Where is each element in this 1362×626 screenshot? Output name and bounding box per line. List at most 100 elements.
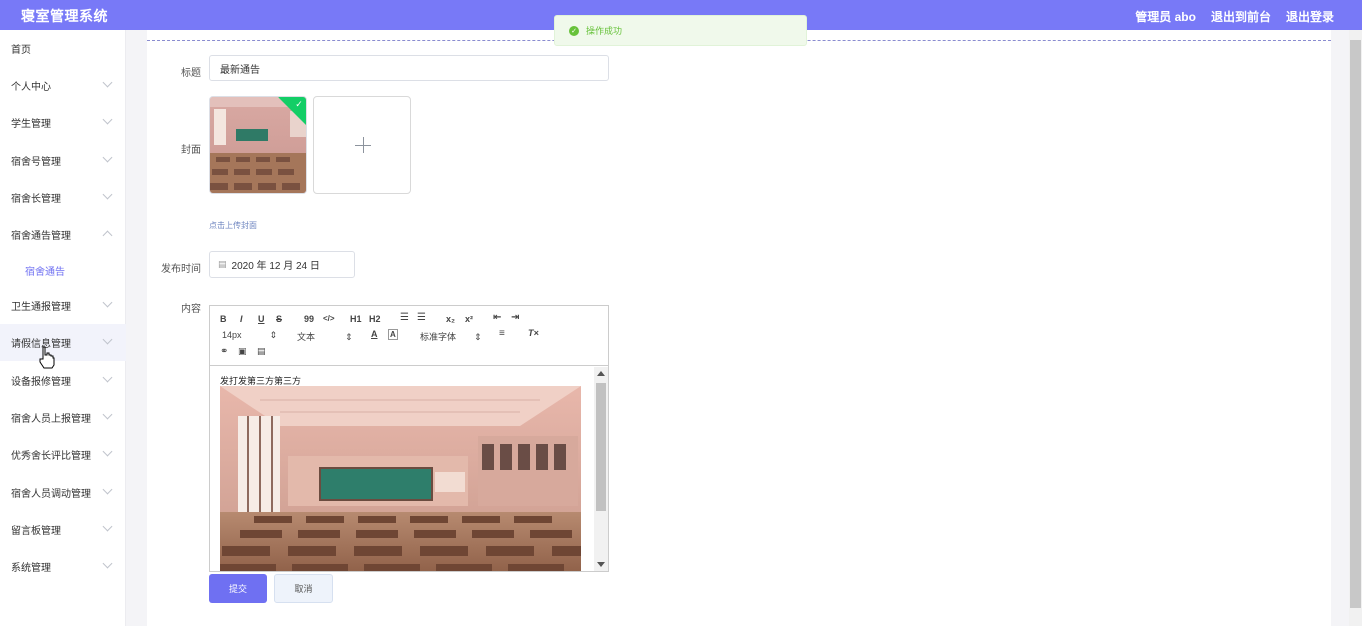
- sidebar-item-students[interactable]: 学生管理: [0, 104, 126, 141]
- sidebar-subitem-label: 宿舍通告: [25, 266, 65, 278]
- title-input-value: 最新通告: [220, 64, 260, 76]
- chevron-down-icon: [102, 152, 113, 163]
- chevron-down-icon: [102, 372, 113, 383]
- sidebar-item-leader-evaluation[interactable]: 优秀舍长评比管理: [0, 436, 126, 473]
- subscript-button[interactable]: x₂: [446, 314, 455, 324]
- sidebar-item-label: 宿舍人员上报管理: [11, 414, 91, 425]
- chevron-down-icon: [102, 297, 113, 308]
- sidebar-item-leave-requests[interactable]: 请假信息管理: [0, 324, 126, 361]
- chevron-down-icon: [102, 558, 113, 569]
- sidebar-item-system[interactable]: 系统管理: [0, 548, 126, 585]
- header1-button[interactable]: H1: [350, 314, 362, 324]
- sidebar-item-dorm-numbers[interactable]: 宿舍号管理: [0, 142, 126, 179]
- sidebar-item-member-reports[interactable]: 宿舍人员上报管理: [0, 399, 126, 436]
- chevron-down-icon: [102, 446, 113, 457]
- sidebar-item-label: 宿舍通告管理: [11, 231, 71, 242]
- toast-message: 操作成功: [586, 26, 623, 36]
- title-input[interactable]: 最新通告: [209, 55, 609, 81]
- sidebar-item-dorm-leaders[interactable]: 宿舍长管理: [0, 179, 126, 216]
- select-arrows-icon: ⇕: [345, 332, 353, 342]
- chevron-down-icon: [102, 189, 113, 200]
- chevron-up-icon: [102, 230, 113, 241]
- italic-button[interactable]: I: [240, 314, 243, 324]
- back-to-front-link[interactable]: 退出到前台: [1211, 8, 1271, 25]
- sidebar-item-home[interactable]: 首页: [0, 30, 126, 67]
- sidebar-item-label: 首页: [11, 45, 31, 56]
- main-panel: 标题 最新通告 封面 ✓ 点击上传封面 发布时间 ▤ 2020 年 12 月 2…: [147, 30, 1331, 626]
- background-color-icon[interactable]: A: [388, 329, 398, 340]
- select-arrows-icon: ⇕: [269, 330, 278, 340]
- sidebar-item-label: 卫生通报管理: [11, 302, 71, 313]
- sidebar-item-member-transfer[interactable]: 宿舍人员调动管理: [0, 474, 126, 511]
- link-icon[interactable]: ⚭: [220, 346, 228, 357]
- chevron-down-icon: [102, 77, 113, 88]
- logout-link[interactable]: 退出登录: [1286, 8, 1334, 25]
- sidebar-subitem-dorm-notice[interactable]: 宿舍通告: [0, 253, 126, 287]
- sidebar-item-label: 个人中心: [11, 82, 51, 93]
- page-scrollbar[interactable]: [1349, 30, 1362, 626]
- blockquote-button[interactable]: 99: [304, 314, 314, 324]
- underline-button[interactable]: U: [258, 314, 265, 324]
- scroll-down-icon[interactable]: [597, 562, 605, 567]
- text-style-select[interactable]: 文本 ⇕: [297, 330, 353, 343]
- sidebar-item-label: 设备报修管理: [11, 377, 71, 388]
- chevron-down-icon: [102, 114, 113, 125]
- sidebar-item-equipment-repair[interactable]: 设备报修管理: [0, 362, 126, 399]
- editor-scrollbar[interactable]: [594, 367, 608, 571]
- success-toast: ✓ 操作成功: [554, 15, 807, 46]
- check-icon: ✓: [295, 99, 303, 110]
- header2-button[interactable]: H2: [369, 314, 381, 324]
- strike-button[interactable]: S: [276, 314, 282, 324]
- chevron-down-icon: [102, 484, 113, 495]
- sidebar-item-label: 系统管理: [11, 563, 51, 574]
- editor-toolbar: B I U S 99 </> H1 H2 ☰ ☰ x₂ x² ⇤ ⇥ 14px ⇕…: [210, 306, 608, 366]
- date-picker[interactable]: ▤ 2020 年 12 月 24 日: [209, 251, 355, 278]
- submit-button[interactable]: 提交: [209, 574, 267, 603]
- upload-cover-button[interactable]: [313, 96, 411, 194]
- plus-icon-vertical: [363, 137, 364, 153]
- cancel-button[interactable]: 取消: [274, 574, 333, 603]
- scrollbar-thumb[interactable]: [596, 383, 606, 511]
- video-icon[interactable]: ▤: [257, 346, 266, 357]
- font-size-select[interactable]: 14px ⇕: [222, 330, 277, 341]
- sidebar-item-label: 优秀舍长评比管理: [11, 451, 91, 462]
- ordered-list-icon[interactable]: ☰: [400, 312, 409, 323]
- sidebar-item-dorm-notices[interactable]: 宿舍通告管理: [0, 216, 126, 253]
- chevron-down-icon: [102, 409, 113, 420]
- font-color-icon[interactable]: A: [371, 329, 378, 339]
- current-user[interactable]: 管理员 abo: [1135, 8, 1196, 25]
- sidebar-item-label: 留言板管理: [11, 526, 61, 537]
- chevron-down-icon: [102, 521, 113, 532]
- scroll-up-icon[interactable]: [597, 371, 605, 376]
- font-family-select[interactable]: 标准字体 ⇕: [420, 330, 482, 343]
- rich-text-editor[interactable]: B I U S 99 </> H1 H2 ☰ ☰ x₂ x² ⇤ ⇥ 14px ⇕…: [209, 305, 609, 572]
- sidebar: 首页 个人中心 学生管理 宿舍号管理 宿舍长管理 宿舍通告管理 宿舍通告 卫生通…: [0, 30, 126, 626]
- image-icon[interactable]: ▣: [238, 346, 247, 357]
- date-label: 发布时间: [161, 264, 201, 275]
- code-block-button[interactable]: </>: [323, 314, 335, 323]
- sidebar-item-label: 学生管理: [11, 119, 51, 130]
- bold-button[interactable]: B: [220, 314, 227, 324]
- app-title: 寝室管理系统: [21, 8, 108, 24]
- sidebar-item-message-board[interactable]: 留言板管理: [0, 511, 126, 548]
- header-actions: 管理员 abo 退出到前台 退出登录: [1135, 8, 1334, 25]
- sidebar-item-hygiene-reports[interactable]: 卫生通报管理: [0, 287, 126, 324]
- sidebar-item-label: 宿舍长管理: [11, 194, 61, 205]
- title-label: 标题: [181, 68, 201, 79]
- font-size-value: 14px: [222, 330, 242, 340]
- superscript-button[interactable]: x²: [465, 314, 473, 324]
- sidebar-item-label: 宿舍人员调动管理: [11, 489, 91, 500]
- hand-cursor-icon: [39, 346, 55, 369]
- editor-content[interactable]: 发打发第三方第三方: [210, 367, 594, 571]
- clear-format-icon[interactable]: T×: [528, 328, 539, 338]
- font-family-value: 标准字体: [420, 332, 457, 342]
- bullet-list-icon[interactable]: ☰: [417, 312, 426, 323]
- upload-hint: 点击上传封面: [209, 221, 257, 230]
- content-label: 内容: [181, 304, 201, 315]
- cover-image[interactable]: ✓: [209, 96, 307, 194]
- sidebar-item-personal-center[interactable]: 个人中心: [0, 67, 126, 104]
- align-icon[interactable]: ≡: [499, 328, 505, 339]
- page-scrollbar-thumb[interactable]: [1350, 40, 1361, 608]
- indent-icon[interactable]: ⇥: [511, 312, 519, 323]
- outdent-icon[interactable]: ⇤: [493, 312, 501, 323]
